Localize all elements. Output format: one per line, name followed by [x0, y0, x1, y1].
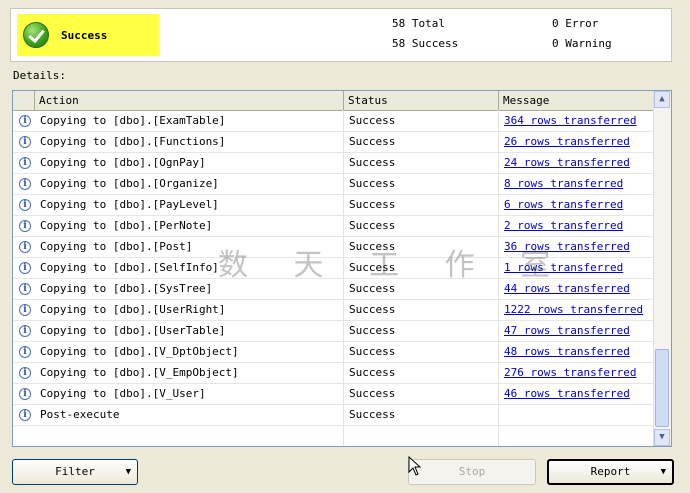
vertical-scrollbar[interactable]: ▲ ▼ — [653, 91, 671, 446]
row-message-link[interactable]: 24 rows transferred — [504, 153, 630, 173]
row-action: Copying to [dbo].[UserRight] — [40, 303, 226, 316]
info-icon: i — [19, 178, 31, 190]
table-row[interactable]: i Copying to [dbo].[OgnPay] Success 24 rows… — [13, 153, 655, 174]
chevron-down-icon: ▼ — [125, 467, 131, 477]
scroll-down-button[interactable]: ▼ — [654, 429, 670, 446]
table-row[interactable]: i Copying to [dbo].[V_EmpObject] Success 27… — [13, 363, 655, 384]
row-action: Copying to [dbo].[UserTable] — [40, 324, 226, 337]
info-icon: i — [19, 157, 31, 169]
row-message-link[interactable]: 26 rows transferred — [504, 132, 630, 152]
row-message-link[interactable]: 6 rows transferred — [504, 195, 623, 215]
header-icon-col — [13, 91, 35, 110]
info-icon: i — [19, 304, 31, 316]
filter-label: Filter — [55, 465, 95, 478]
table-row[interactable]: i Copying to [dbo].[PayLevel] Success 6 row… — [13, 195, 655, 216]
filter-button[interactable]: Filter ▼ — [12, 459, 138, 485]
table-row[interactable]: i Copying to [dbo].[V_DptObject] Success 48… — [13, 342, 655, 363]
row-message-link[interactable]: 2 rows transferred — [504, 216, 623, 236]
info-icon: i — [19, 241, 31, 253]
info-icon: i — [19, 283, 31, 295]
stop-button[interactable]: Stop — [408, 459, 536, 485]
row-status: Success — [349, 387, 396, 400]
report-label: Report — [590, 465, 631, 478]
report-button[interactable]: Report ▼ — [547, 459, 674, 485]
row-message-link[interactable]: 276 rows transferred — [504, 363, 636, 383]
info-icon: i — [19, 325, 31, 337]
chevron-down-icon: ▼ — [660, 467, 666, 477]
row-message-link[interactable]: 48 rows transferred — [504, 342, 630, 362]
header-status[interactable]: Status — [344, 91, 499, 110]
mouse-cursor-icon — [408, 456, 422, 476]
row-action: Copying to [dbo].[V_DptObject] — [40, 345, 239, 358]
row-action: Copying to [dbo].[PayLevel] — [40, 198, 219, 211]
row-status: Success — [349, 135, 396, 148]
row-action: Copying to [dbo].[Post] — [40, 240, 193, 253]
table-row[interactable]: i Copying to [dbo].[UserRight] Success 1222… — [13, 300, 655, 321]
row-message-link[interactable]: 46 rows transferred — [504, 384, 630, 404]
table-row[interactable]: i Copying to [dbo].[PerNote] Success 2 rows… — [13, 216, 655, 237]
table-row[interactable]: i Copying to [dbo].[ExamTable] Success 364 … — [13, 111, 655, 132]
scroll-thumb[interactable] — [655, 349, 669, 427]
row-status: Success — [349, 408, 396, 421]
summary-panel: Success 58 Total 58 Success 0 Error 0 Wa… — [10, 8, 672, 62]
table-row[interactable]: i Post-execute Success — [13, 405, 655, 426]
row-status: Success — [349, 303, 396, 316]
row-message-link[interactable]: 1222 rows transferred — [504, 300, 643, 320]
total-count: 58 Total — [392, 17, 445, 30]
success-count: 58 Success — [392, 37, 459, 50]
row-action: Post-execute — [40, 408, 120, 421]
header-message[interactable]: Message — [499, 91, 655, 110]
table-row[interactable]: i Copying to [dbo].[Functions] Success 26 r… — [13, 132, 655, 153]
row-action: Copying to [dbo].[Organize] — [40, 177, 219, 190]
row-status: Success — [349, 324, 396, 337]
row-action: Copying to [dbo].[OgnPay] — [40, 156, 206, 169]
warning-count: 0 Warning — [552, 37, 612, 50]
info-icon: i — [19, 115, 31, 127]
status-text: Success — [61, 28, 108, 42]
row-action: Copying to [dbo].[SelfInfo] — [40, 261, 219, 274]
row-action: Copying to [dbo].[ExamTable] — [40, 114, 226, 127]
info-icon: i — [19, 346, 31, 358]
row-status: Success — [349, 198, 396, 211]
error-count: 0 Error — [552, 17, 599, 30]
row-status: Success — [349, 114, 396, 127]
row-action: Copying to [dbo].[Functions] — [40, 135, 226, 148]
row-action: Copying to [dbo].[PerNote] — [40, 219, 213, 232]
table-row[interactable]: i Copying to [dbo].[UserTable] Success 47 r… — [13, 321, 655, 342]
info-icon: i — [19, 409, 31, 421]
row-action: Copying to [dbo].[V_User] — [40, 387, 206, 400]
row-message-link[interactable]: 364 rows transferred — [504, 111, 636, 131]
table-row[interactable]: i Copying to [dbo].[V_User] Success 46 rows… — [13, 384, 655, 405]
row-action: Copying to [dbo].[V_EmpObject] — [40, 366, 239, 379]
info-icon: i — [19, 388, 31, 400]
info-icon: i — [19, 367, 31, 379]
details-label: Details: — [13, 69, 66, 82]
info-icon: i — [19, 262, 31, 274]
status-indicator: Success — [17, 14, 159, 56]
scroll-up-button[interactable]: ▲ — [654, 91, 670, 108]
watermark: 数 天 工 作 室 — [218, 248, 569, 283]
row-status: Success — [349, 156, 396, 169]
row-status: Success — [349, 366, 396, 379]
row-message-link[interactable]: 47 rows transferred — [504, 321, 630, 341]
info-icon: i — [19, 199, 31, 211]
row-message-link[interactable]: 8 rows transferred — [504, 174, 623, 194]
row-status: Success — [349, 345, 396, 358]
info-icon: i — [19, 136, 31, 148]
stop-label: Stop — [458, 465, 486, 478]
table-row[interactable]: i Copying to [dbo].[Organize] Success 8 row… — [13, 174, 655, 195]
check-circle-icon — [23, 22, 49, 48]
info-icon: i — [19, 220, 31, 232]
header-action[interactable]: Action — [35, 91, 344, 110]
row-action: Copying to [dbo].[SysTree] — [40, 282, 213, 295]
row-status: Success — [349, 177, 396, 190]
row-status: Success — [349, 219, 396, 232]
grid-header: Action Status Message — [13, 91, 655, 111]
